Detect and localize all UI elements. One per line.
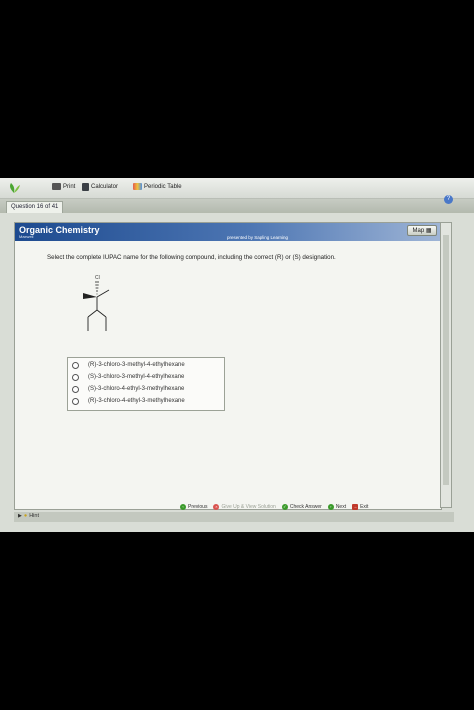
radio-button[interactable] — [72, 397, 79, 405]
toolbar: Print Calculator Periodic Table — [0, 178, 474, 199]
option-3[interactable]: (S)-3-chloro-4-ethyl-3-methylhexane — [72, 384, 184, 394]
exit-label: Exit — [360, 504, 369, 510]
exit-icon: → — [352, 504, 359, 510]
hint-bar: ▶ ● Hint — [14, 512, 454, 522]
course-banner: Organic Chemistry Maxwell presented by S… — [15, 223, 441, 241]
exit-button[interactable]: → Exit — [352, 504, 368, 510]
course-subtitle: Maxwell — [19, 234, 34, 239]
question-text: Select the complete IUPAC name for the f… — [47, 254, 336, 261]
option-2[interactable]: (S)-3-chloro-3-methyl-4-ethylhexane — [72, 372, 184, 382]
help-icon[interactable]: ? — [444, 195, 453, 204]
radio-button[interactable] — [72, 361, 79, 369]
arrow-right-icon: › — [327, 504, 334, 510]
hashed-wedge-bond — [95, 281, 99, 295]
option-label: (S)-3-chloro-3-methyl-4-ethylhexane — [88, 374, 185, 380]
footer-navigation: ‹ Previous × Give Up & View Solution ✓ C… — [180, 502, 368, 512]
triangle-right-icon: ▶ — [18, 513, 22, 519]
option-1[interactable]: (R)-3-chloro-3-methyl-4-ethylhexane — [72, 360, 185, 370]
bond-methyl — [96, 289, 110, 298]
presented-by: presented by Sapling Learning — [227, 235, 289, 240]
answer-options: (R)-3-chloro-3-methyl-4-ethylhexane (S)-… — [67, 357, 225, 411]
calculator-button[interactable]: Calculator — [82, 183, 118, 191]
radio-button[interactable] — [72, 385, 79, 393]
check-icon: ✓ — [281, 504, 288, 510]
previous-button[interactable]: ‹ Previous — [180, 504, 207, 510]
arrow-left-icon: ‹ — [180, 504, 186, 510]
previous-label: Previous — [188, 504, 208, 510]
option-label: (S)-3-chloro-4-ethyl-3-methylhexane — [88, 386, 185, 392]
bond-c4-left — [87, 309, 98, 318]
cancel-icon: × — [213, 504, 220, 510]
periodic-table-label: Periodic Table — [144, 183, 182, 190]
question-bar: Question 16 of 41 — [0, 199, 474, 213]
option-4[interactable]: (R)-3-chloro-4-ethyl-3-methylhexane — [72, 396, 185, 406]
printer-icon — [52, 183, 61, 190]
panel-scrollbar[interactable] — [440, 222, 452, 508]
print-label: Print — [63, 183, 76, 190]
give-up-label: Give Up & View Solution — [221, 504, 276, 510]
calculator-icon — [82, 183, 89, 191]
check-answer-label: Check Answer — [289, 504, 322, 510]
question-panel: Organic Chemistry Maxwell presented by S… — [14, 222, 442, 510]
map-button[interactable]: Map ▦ — [407, 225, 437, 236]
chloro-label: Cl — [95, 275, 100, 281]
question-tab[interactable]: Question 16 of 41 — [6, 201, 64, 213]
hint-toggle[interactable]: ▶ ● Hint — [18, 513, 39, 519]
sapling-logo-icon — [10, 183, 20, 193]
option-label: (R)-3-chloro-3-methyl-4-ethylhexane — [88, 362, 185, 368]
calculator-label: Calculator — [91, 184, 119, 190]
screen: Print Calculator Periodic Table Question… — [0, 178, 474, 532]
map-label: Map — [412, 228, 425, 234]
lightbulb-icon: ● — [23, 513, 28, 519]
molecule-structure: Cl — [83, 275, 110, 331]
scrollbar-thumb[interactable] — [443, 235, 449, 485]
next-button[interactable]: › Next — [327, 504, 347, 510]
print-button[interactable]: Print — [52, 183, 75, 190]
map-icon: ▦ — [425, 228, 432, 234]
periodic-table-icon — [133, 183, 142, 190]
give-up-button[interactable]: × Give Up & View Solution — [213, 504, 276, 510]
bond-c4-right — [96, 309, 107, 318]
check-answer-button[interactable]: ✓ Check Answer — [281, 504, 322, 510]
radio-button[interactable] — [72, 373, 79, 381]
option-label: (R)-3-chloro-4-ethyl-3-methylhexane — [88, 398, 185, 404]
next-label: Next — [335, 504, 347, 510]
hint-label: Hint — [29, 513, 39, 519]
periodic-table-button[interactable]: Periodic Table — [133, 183, 182, 190]
solid-wedge-bond — [83, 293, 97, 299]
